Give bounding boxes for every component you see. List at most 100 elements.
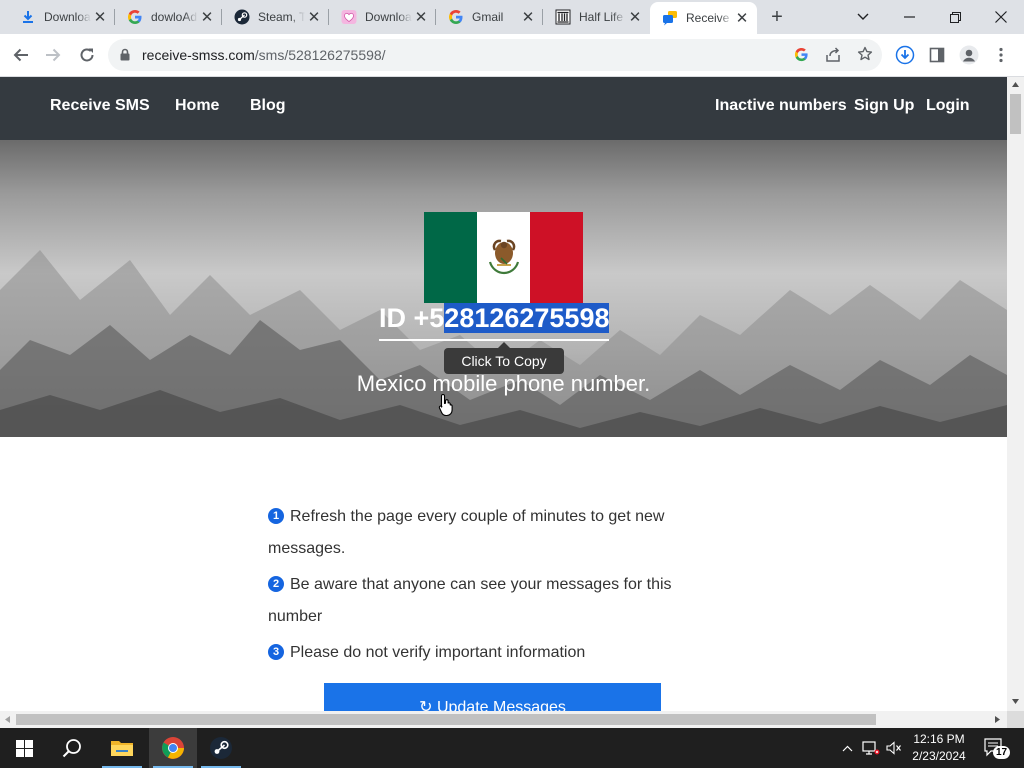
search-icon bbox=[62, 739, 81, 758]
update-messages-button[interactable]: ↻ Update Messages bbox=[324, 683, 661, 711]
notification-count-badge: 17 bbox=[993, 746, 1011, 759]
flag-stripe-green bbox=[424, 212, 477, 303]
step-item: 2 Be aware that anyone can see your messa… bbox=[268, 569, 678, 633]
steam-icon bbox=[210, 737, 232, 759]
windows-logo-icon bbox=[15, 739, 33, 757]
tab-strip: Download ✕ dowloAd ✕ Steam, The ✕ Downlo… bbox=[0, 0, 1024, 34]
close-icon[interactable]: ✕ bbox=[305, 8, 323, 26]
close-icon[interactable]: ✕ bbox=[626, 8, 644, 26]
step-text: Be aware that anyone can see your messag… bbox=[268, 576, 672, 625]
scroll-left-arrow-icon[interactable] bbox=[5, 716, 10, 723]
share-icon[interactable] bbox=[825, 47, 841, 68]
chevron-down-icon bbox=[857, 13, 869, 20]
taskbar-chrome[interactable] bbox=[149, 728, 197, 768]
scrollbar-corner bbox=[1007, 711, 1024, 728]
step-number-badge: 2 bbox=[268, 576, 284, 592]
profile-button[interactable] bbox=[954, 40, 984, 70]
tab-steam[interactable]: Steam, The ✕ bbox=[222, 0, 329, 34]
tab-title: Download bbox=[365, 10, 412, 24]
notification-center-button[interactable]: 17 bbox=[980, 728, 1011, 768]
steam-icon bbox=[234, 9, 250, 25]
nav-login-link[interactable]: Login bbox=[926, 97, 970, 115]
vertical-scrollbar[interactable] bbox=[1007, 77, 1024, 711]
step-number-badge: 1 bbox=[268, 508, 284, 524]
restore-button[interactable] bbox=[932, 0, 978, 34]
google-icon bbox=[127, 9, 143, 25]
id-prefix: ID +5 bbox=[379, 303, 445, 333]
chevron-up-icon bbox=[842, 745, 852, 751]
start-button[interactable] bbox=[0, 728, 48, 768]
horizontal-scrollbar[interactable] bbox=[0, 711, 1007, 728]
flag-stripe-red bbox=[530, 212, 583, 303]
close-icon[interactable]: ✕ bbox=[198, 8, 216, 26]
url-path: /sms/528126275598/ bbox=[254, 47, 386, 63]
google-icon bbox=[448, 9, 464, 25]
scroll-right-arrow-icon[interactable] bbox=[995, 716, 1000, 723]
scroll-up-arrow-icon[interactable] bbox=[1012, 82, 1019, 87]
arrow-right-icon bbox=[46, 48, 61, 62]
mexico-flag bbox=[424, 212, 583, 303]
scroll-down-arrow-icon[interactable] bbox=[1012, 699, 1019, 704]
side-panel-button[interactable] bbox=[922, 40, 952, 70]
network-icon bbox=[862, 741, 880, 755]
close-icon[interactable]: ✕ bbox=[91, 8, 109, 26]
tab-receive-sms[interactable]: Receive ✕ bbox=[650, 2, 757, 34]
nav-sign-up-link[interactable]: Sign Up bbox=[854, 97, 914, 115]
taskbar-file-explorer[interactable] bbox=[98, 728, 146, 768]
profile-icon bbox=[959, 45, 979, 65]
browser-menu-button[interactable] bbox=[986, 40, 1016, 70]
url-host: receive-smss.com bbox=[142, 47, 255, 63]
close-window-button[interactable] bbox=[978, 0, 1024, 34]
vertical-scroll-thumb[interactable] bbox=[1010, 94, 1021, 134]
address-bar[interactable]: receive-smss.com/sms/528126275598/ bbox=[108, 39, 882, 71]
lock-icon[interactable] bbox=[120, 48, 130, 66]
back-button[interactable] bbox=[6, 40, 36, 70]
tab-download-2[interactable]: Download ✕ bbox=[329, 0, 436, 34]
step-text: Please do not verify important informati… bbox=[290, 644, 586, 661]
close-icon[interactable]: ✕ bbox=[519, 8, 537, 26]
nav-home-link[interactable]: Home bbox=[175, 97, 219, 115]
phone-number-id[interactable]: ID +528126275598 bbox=[379, 303, 610, 341]
downloads-button[interactable] bbox=[890, 40, 920, 70]
hand-cursor-icon bbox=[438, 393, 453, 417]
forward-button[interactable] bbox=[38, 40, 68, 70]
reload-icon bbox=[80, 48, 94, 62]
step-text: Refresh the page every couple of minutes… bbox=[268, 508, 665, 557]
close-icon[interactable]: ✕ bbox=[412, 8, 430, 26]
tab-title: Download bbox=[44, 10, 91, 24]
tab-google-search[interactable]: dowloAd ✕ bbox=[115, 0, 222, 34]
tab-search-button[interactable] bbox=[840, 0, 886, 34]
instruction-steps: 1 Refresh the page every couple of minute… bbox=[268, 501, 678, 673]
museum-icon bbox=[555, 9, 571, 25]
nav-inactive-numbers-link[interactable]: Inactive numbers bbox=[715, 97, 847, 115]
tab-title: Receive bbox=[686, 11, 730, 25]
tab-download-1[interactable]: Download ✕ bbox=[8, 0, 115, 34]
new-tab-button[interactable]: + bbox=[764, 4, 790, 30]
horizontal-scroll-thumb[interactable] bbox=[16, 714, 876, 725]
windows-taskbar: 12:16 PM 2/23/2024 17 bbox=[0, 728, 1024, 768]
show-hidden-icons-button[interactable] bbox=[838, 728, 856, 768]
step-item: 3 Please do not verify important informat… bbox=[268, 637, 678, 669]
google-lens-icon[interactable] bbox=[794, 47, 809, 67]
side-panel-icon bbox=[929, 47, 945, 63]
tab-gmail[interactable]: Gmail ✕ bbox=[436, 0, 543, 34]
step-item: 1 Refresh the page every couple of minute… bbox=[268, 501, 678, 565]
taskbar-steam[interactable] bbox=[197, 728, 245, 768]
eagle-emblem-icon bbox=[488, 239, 520, 275]
system-clock[interactable]: 12:16 PM 2/23/2024 bbox=[900, 731, 978, 765]
tab-half-life[interactable]: Half Life ✕ bbox=[543, 0, 650, 34]
id-selected-number: 28126275598 bbox=[444, 303, 610, 333]
arrow-left-icon bbox=[13, 48, 28, 62]
chat-icon bbox=[662, 10, 678, 26]
tab-title: dowloAd bbox=[151, 10, 198, 24]
bookmark-star-icon[interactable] bbox=[857, 46, 873, 67]
clock-date: 2/23/2024 bbox=[912, 749, 966, 763]
close-icon[interactable]: ✕ bbox=[733, 9, 751, 27]
network-status-button[interactable] bbox=[860, 728, 882, 768]
site-navbar: Receive SMS Home Blog Inactive numbers S… bbox=[0, 77, 1007, 140]
minimize-button[interactable] bbox=[886, 0, 932, 34]
search-button[interactable] bbox=[48, 728, 96, 768]
nav-brand-link[interactable]: Receive SMS bbox=[50, 97, 150, 115]
reload-button[interactable] bbox=[72, 40, 102, 70]
nav-blog-link[interactable]: Blog bbox=[250, 97, 286, 115]
